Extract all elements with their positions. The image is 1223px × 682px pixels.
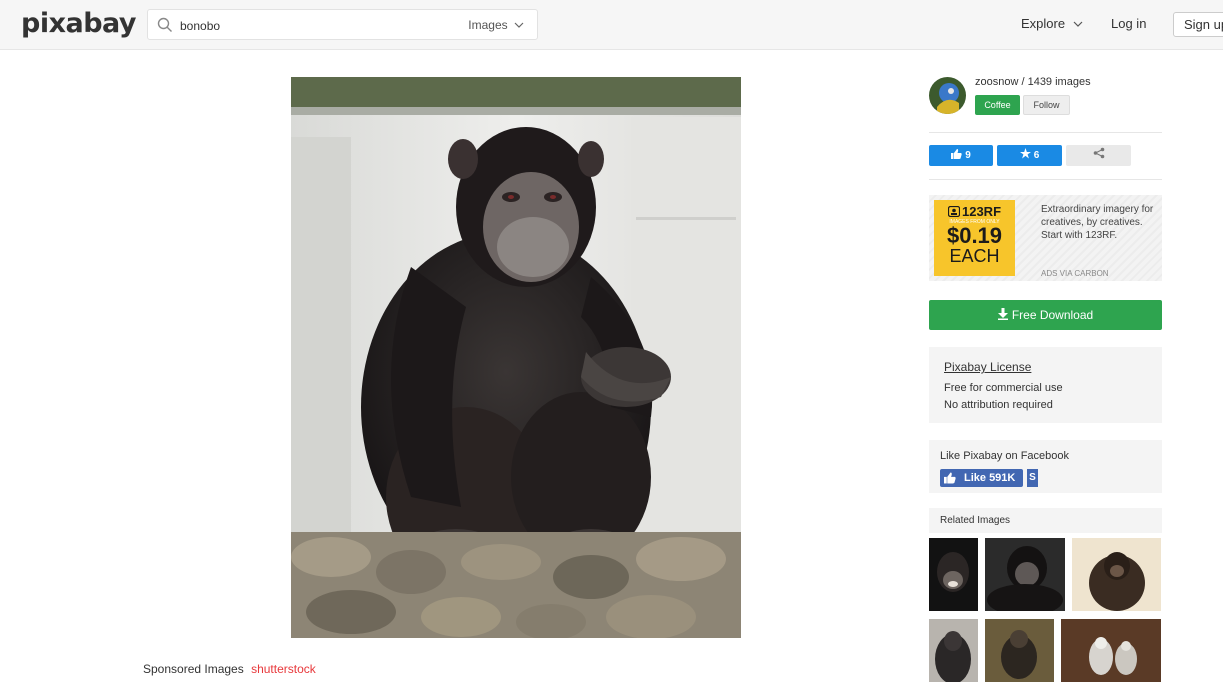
related-thumb-image bbox=[985, 619, 1054, 682]
related-thumb[interactable] bbox=[985, 538, 1065, 611]
free-download-button[interactable]: Free Download bbox=[929, 300, 1162, 330]
chimpanzee-photo bbox=[291, 77, 741, 638]
ad-price: $0.19 bbox=[946, 223, 1003, 248]
avatar-image bbox=[929, 77, 966, 114]
pixabay-logo[interactable]: pixabay bbox=[21, 8, 137, 39]
signup-button[interactable]: Sign up bbox=[1173, 12, 1223, 37]
facebook-thumb-icon bbox=[944, 472, 956, 484]
thumbs-up-icon bbox=[951, 149, 962, 159]
author-name[interactable]: zoosnow / 1439 images bbox=[975, 76, 1091, 88]
facebook-share-button[interactable]: S bbox=[1027, 469, 1038, 487]
ad-image[interactable]: 123RF IMAGES FROM ONLY $0.19 EACH bbox=[934, 200, 1015, 276]
author-avatar[interactable] bbox=[929, 77, 966, 114]
related-thumb[interactable] bbox=[929, 619, 978, 682]
chevron-down-icon bbox=[514, 22, 524, 29]
related-thumb[interactable] bbox=[1072, 538, 1161, 611]
123rf-logo-icon bbox=[947, 205, 961, 218]
download-label: Free Download bbox=[1011, 308, 1094, 322]
ad-brand-text: 123RF bbox=[961, 204, 1002, 219]
search-bar[interactable]: bonobo Images bbox=[147, 9, 538, 40]
sponsored-label: Sponsored Images bbox=[143, 662, 244, 676]
facebook-title: Like Pixabay on Facebook bbox=[940, 450, 1070, 462]
coffee-button[interactable]: Coffee bbox=[975, 95, 1020, 115]
divider bbox=[929, 132, 1162, 133]
main-photo[interactable] bbox=[291, 77, 741, 638]
related-thumb-image bbox=[1061, 619, 1161, 682]
shutterstock-link[interactable]: shutterstock bbox=[251, 662, 316, 676]
related-thumb[interactable] bbox=[929, 538, 978, 611]
favorite-button[interactable]: 6 bbox=[997, 145, 1062, 166]
login-link[interactable]: Log in bbox=[1111, 16, 1146, 31]
related-thumb-image bbox=[929, 619, 978, 682]
download-icon bbox=[997, 308, 1008, 320]
related-thumb-image bbox=[985, 538, 1065, 611]
star-icon bbox=[1019, 148, 1031, 159]
search-type-label: Images bbox=[468, 18, 508, 32]
like-count: 9 bbox=[965, 150, 971, 161]
related-thumb-image bbox=[1072, 538, 1161, 611]
related-images-title: Related Images bbox=[940, 515, 1011, 526]
ad-brand: 123RF bbox=[934, 204, 1015, 219]
like-button[interactable]: 9 bbox=[929, 145, 993, 166]
related-thumb[interactable] bbox=[985, 619, 1054, 682]
favorite-count: 6 bbox=[1033, 150, 1040, 161]
related-thumb[interactable] bbox=[1061, 619, 1161, 682]
ad-each: EACH bbox=[949, 246, 1000, 266]
search-icon bbox=[157, 17, 172, 32]
share-icon bbox=[1093, 147, 1104, 159]
search-input[interactable]: bonobo bbox=[180, 19, 220, 33]
explore-menu[interactable]: Explore bbox=[1021, 16, 1083, 31]
top-header: pixabay bonobo Images Explore Log in Sig… bbox=[0, 0, 1223, 50]
related-thumb-image bbox=[929, 538, 978, 611]
facebook-box: Like Pixabay on Facebook Like 591K S bbox=[929, 440, 1162, 493]
sponsored-images: Sponsored Images shutterstock bbox=[143, 662, 316, 676]
related-images-header: Related Images bbox=[929, 508, 1162, 533]
share-button[interactable] bbox=[1066, 145, 1131, 166]
carbon-ad[interactable]: 123RF IMAGES FROM ONLY $0.19 EACH Extrao… bbox=[929, 195, 1162, 281]
explore-label: Explore bbox=[1021, 16, 1066, 31]
license-line-attribution: No attribution required bbox=[944, 399, 1053, 411]
ad-description[interactable]: Extraordinary imagery for creatives, by … bbox=[1041, 203, 1157, 242]
license-box: Pixabay License Free for commercial use … bbox=[929, 347, 1162, 423]
ads-via-carbon[interactable]: ADS VIA CARBON bbox=[1041, 269, 1109, 278]
follow-button[interactable]: Follow bbox=[1023, 95, 1070, 115]
search-type-dropdown[interactable]: Images bbox=[468, 18, 524, 32]
license-line-commercial: Free for commercial use bbox=[944, 382, 1063, 394]
chevron-down-icon bbox=[1073, 21, 1083, 27]
divider bbox=[929, 179, 1162, 180]
license-link[interactable]: Pixabay License bbox=[944, 360, 1031, 374]
